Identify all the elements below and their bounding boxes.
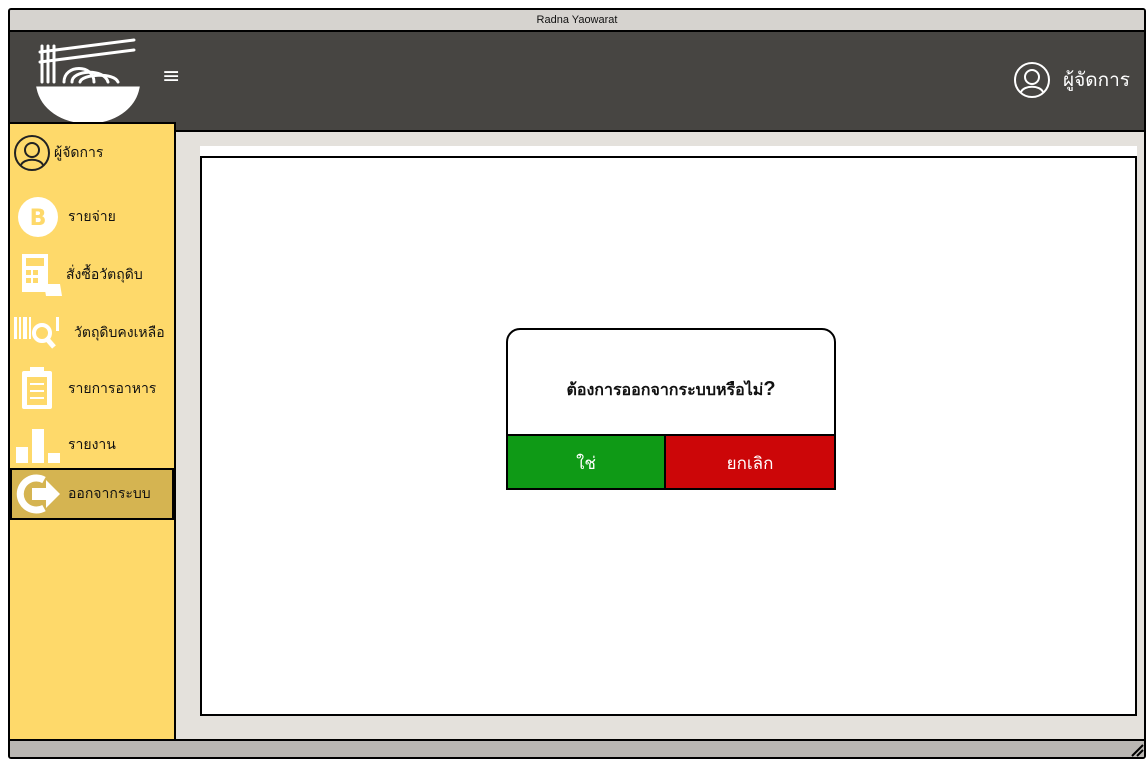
user-icon	[14, 135, 50, 171]
sidebar-item-label: วัตถุดิบคงเหลือ	[74, 325, 165, 341]
dialog-question-mark: ?	[763, 378, 776, 400]
confirm-button[interactable]: ใช่	[508, 434, 666, 488]
hamburger-icon[interactable]: ≡	[162, 66, 184, 88]
sidebar-item-logout[interactable]: ออกจากระบบ	[10, 468, 174, 520]
window-title: Radna Yaowarat	[536, 14, 618, 26]
sidebar-item-label: รายการอาหาร	[68, 381, 157, 397]
app-window: Radna Yaowarat ≡ ผู้จัดการ ผู้จัดการ B ร…	[8, 8, 1146, 759]
dialog-message: ต้องการออกจากระบบหรือไม่?	[508, 378, 834, 403]
sidebar-item-expenses[interactable]: B รายจ่าย	[10, 194, 174, 240]
header-user-label: ผู้จัดการ	[1063, 69, 1130, 91]
sidebar-item-stock[interactable]: วัตถุดิบคงเหลือ	[10, 310, 174, 356]
sidebar-item-manager[interactable]: ผู้จัดการ	[10, 132, 174, 174]
sidebar-item-label: สั่งซื้อวัตถุดิบ	[66, 267, 143, 283]
svg-text:B: B	[30, 206, 47, 231]
noodle-bowl-logo	[36, 38, 140, 124]
clipboard-icon	[22, 367, 52, 409]
sidebar-item-purchase[interactable]: สั่งซื้อวัตถุดิบ	[10, 250, 174, 300]
sidebar: ผู้จัดการ B รายจ่าย สั่งซื้อวัตถุดิบ วัต…	[10, 122, 176, 757]
sidebar-item-menu[interactable]: รายการอาหาร	[10, 364, 174, 414]
logout-confirm-dialog: ต้องการออกจากระบบหรือไม่? ใช่ ยกเลิก	[506, 328, 836, 490]
header-user[interactable]: ผู้จัดการ	[1013, 60, 1130, 100]
cancel-button[interactable]: ยกเลิก	[666, 434, 834, 488]
bar-chart-icon	[16, 429, 60, 463]
calculator-icon	[22, 254, 62, 296]
resize-handle-icon[interactable]	[1130, 743, 1144, 757]
bottom-bar	[10, 739, 1144, 757]
sidebar-item-label: รายจ่าย	[68, 209, 116, 225]
top-header: ≡ ผู้จัดการ	[10, 32, 1144, 132]
window-titlebar: Radna Yaowarat	[10, 10, 1144, 32]
sidebar-item-reports[interactable]: รายงาน	[10, 422, 174, 468]
sidebar-item-label: ออกจากระบบ	[68, 486, 151, 502]
bitcoin-icon: B	[18, 197, 58, 237]
user-icon	[1014, 62, 1051, 98]
sidebar-item-label: ผู้จัดการ	[54, 145, 104, 161]
sidebar-item-label: รายงาน	[68, 437, 116, 453]
dialog-message-text: ต้องการออกจากระบบหรือไม่	[566, 380, 764, 399]
barcode-search-icon	[14, 317, 59, 349]
logout-icon	[16, 474, 60, 514]
